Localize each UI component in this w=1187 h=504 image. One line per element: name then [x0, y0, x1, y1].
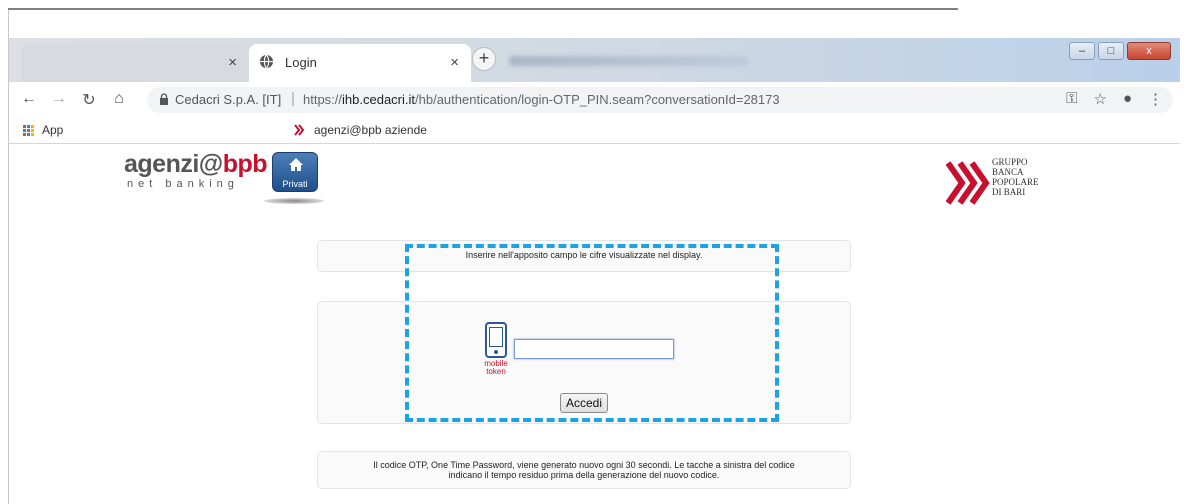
- token-label-line: token: [486, 367, 506, 376]
- blurred-window-title: [509, 56, 749, 66]
- privati-badge[interactable]: Privati: [272, 152, 318, 192]
- url-path: /hb/authentication/login-OTP_PIN.seam?co…: [415, 92, 780, 107]
- accedi-button[interactable]: Accedi: [560, 393, 608, 413]
- star-icon[interactable]: ☆: [1093, 90, 1106, 108]
- privati-label: Privati: [282, 179, 308, 189]
- url-domain: ihb.cedacri.it: [342, 92, 416, 107]
- house-icon: [289, 158, 303, 171]
- info-text: Il codice OTP, One Time Password, viene …: [328, 460, 840, 480]
- gruppo-line: DI BARI: [992, 187, 1026, 197]
- bookmark-label: agenzi@bpb aziende: [314, 123, 427, 137]
- home-icon[interactable]: ⌂: [109, 90, 129, 108]
- window-controls: – □ x: [1069, 42, 1171, 60]
- tab-strip: × Login × + – □ x: [9, 38, 1180, 82]
- globe-icon: [259, 54, 274, 69]
- bpb-chevrons-icon: [946, 161, 990, 205]
- logo-shadow: [264, 198, 324, 204]
- info-line: Il codice OTP, One Time Password, viene …: [373, 460, 795, 470]
- tab-login[interactable]: Login ×: [249, 44, 471, 82]
- back-arrow-icon[interactable]: ←: [19, 90, 39, 108]
- mobile-token-label: mobile token: [479, 360, 513, 376]
- gruppo-bpb-logo: GRUPPO BANCA POPOLARE DI BARI: [946, 157, 1066, 211]
- browser-toolbar: ← → ↻ ⌂ Cedacri S.p.A. [IT] | https://ih…: [9, 82, 1180, 118]
- forward-arrow-icon[interactable]: →: [49, 90, 69, 108]
- logo-subtitle: net banking: [127, 178, 239, 190]
- otp-input[interactable]: [514, 339, 674, 359]
- minimize-button[interactable]: –: [1069, 42, 1095, 60]
- page-content: agenzi@bpb net banking Privati GRUPPO BA…: [9, 144, 1180, 504]
- menu-kebab-icon[interactable]: ⋮: [1148, 90, 1163, 108]
- logo-part1: agenzi@: [124, 150, 223, 178]
- reload-icon[interactable]: ↻: [79, 90, 99, 110]
- bookmark-bpb-aziende[interactable]: agenzi@bpb aziende: [294, 123, 427, 137]
- gruppo-text: GRUPPO BANCA POPOLARE DI BARI: [992, 157, 1039, 197]
- bpb-logo-icon: [294, 124, 305, 136]
- omnibox-actions: ⚿ ☆ ● ⋮: [1066, 90, 1163, 108]
- lock-icon: [160, 93, 168, 105]
- close-tab-icon[interactable]: ×: [450, 54, 459, 71]
- gruppo-line: BANCA: [992, 167, 1024, 177]
- instruction-panel: Inserire nell'apposito campo le cifre vi…: [317, 240, 851, 272]
- logo-part2: bpb: [222, 150, 268, 178]
- gruppo-line: GRUPPO: [992, 157, 1028, 167]
- info-line: indicano il tempo residuo prima della ge…: [448, 470, 720, 480]
- browser-window: × Login × + – □ x ← → ↻ ⌂ Cedacri S.p.A.…: [8, 10, 1180, 504]
- site-identity[interactable]: Cedacri S.p.A. [IT]: [175, 92, 281, 107]
- url-separator: |: [291, 90, 295, 107]
- agenzi-bpb-logo[interactable]: agenzi@bpb net banking Privati: [124, 150, 324, 206]
- bookmark-label: App: [42, 123, 64, 137]
- gruppo-line: POPOLARE: [992, 177, 1039, 187]
- info-panel: Il codice OTP, One Time Password, viene …: [317, 451, 851, 489]
- account-icon[interactable]: ●: [1123, 90, 1132, 108]
- close-window-button[interactable]: x: [1127, 42, 1171, 60]
- tab-title: Login: [285, 55, 317, 70]
- new-tab-button[interactable]: +: [472, 47, 496, 71]
- bookmark-apps[interactable]: App: [23, 123, 63, 137]
- apps-grid-icon: [23, 124, 34, 136]
- logo-wordmark: agenzi@bpb: [124, 150, 268, 179]
- tab-inactive[interactable]: ×: [21, 44, 249, 82]
- key-icon[interactable]: ⚿: [1066, 90, 1077, 108]
- url-text[interactable]: https://ihb.cedacri.it/hb/authentication…: [303, 92, 780, 107]
- bookmarks-bar: App agenzi@bpb aziende: [9, 118, 1180, 144]
- instruction-text: Inserire nell'apposito campo le cifre vi…: [465, 250, 703, 260]
- url-prefix: https://: [303, 92, 343, 107]
- address-bar[interactable]: Cedacri S.p.A. [IT] | https://ihb.cedacr…: [147, 87, 1173, 113]
- close-tab-icon[interactable]: ×: [228, 54, 237, 71]
- mobile-phone-icon: [485, 322, 507, 358]
- maximize-button[interactable]: □: [1098, 42, 1124, 60]
